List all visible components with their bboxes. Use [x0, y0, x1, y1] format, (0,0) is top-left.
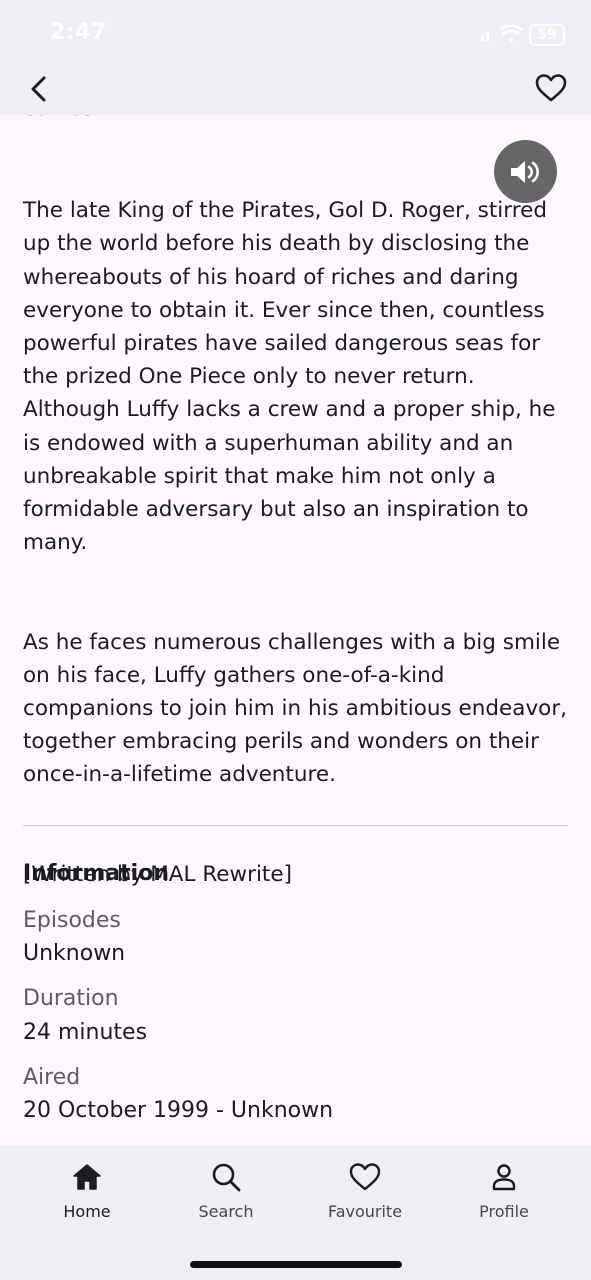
synopsis: The late King of the Pirates, Gol D. Rog…	[23, 161, 568, 924]
wifi-icon	[499, 25, 523, 43]
synopsis-cut-line: comes with it.	[23, 115, 568, 125]
status-time: 2:47	[50, 20, 107, 45]
nav-search-label: Search	[198, 1202, 254, 1221]
aired-label: Aired	[23, 1065, 81, 1090]
speaker-volume-icon	[510, 160, 539, 183]
nav-home-label: Home	[63, 1202, 111, 1221]
information-title: Information	[23, 861, 169, 886]
signal-icon	[481, 32, 489, 41]
status-icons: 59	[481, 24, 565, 46]
duration-label: Duration	[23, 986, 119, 1011]
section-divider	[23, 825, 568, 826]
home-indicator[interactable]	[190, 1261, 402, 1268]
bottom-navigation: Home Search Favourite Profile	[0, 1145, 591, 1280]
search-icon	[212, 1163, 241, 1192]
nav-search[interactable]: Search	[166, 1145, 286, 1235]
synopsis-paragraph-1: The late King of the Pirates, Gol D. Rog…	[23, 198, 556, 556]
details-content[interactable]: comes with it. The late King of the Pira…	[0, 115, 591, 1145]
episodes-label: Episodes	[23, 908, 121, 933]
nav-profile[interactable]: Profile	[444, 1145, 564, 1235]
favourite-button[interactable]	[535, 72, 567, 104]
top-app-bar	[0, 68, 591, 115]
chevron-left-icon	[31, 76, 46, 102]
nav-favourite[interactable]: Favourite	[305, 1145, 425, 1235]
nav-profile-label: Profile	[479, 1202, 529, 1221]
heart-outline-icon	[535, 74, 567, 102]
text-to-speech-button[interactable]	[494, 140, 557, 203]
episodes-value: Unknown	[23, 941, 126, 966]
nav-favourite-label: Favourite	[327, 1202, 403, 1221]
person-icon	[492, 1164, 516, 1191]
battery-icon: 59	[529, 24, 565, 46]
home-icon	[73, 1164, 101, 1190]
aired-value: 20 October 1999 - Unknown	[23, 1098, 334, 1123]
status-bar: 2:47 59	[0, 0, 591, 68]
synopsis-paragraph-2: As he faces numerous challenges with a b…	[23, 629, 567, 788]
nav-home[interactable]: Home	[27, 1145, 147, 1235]
heart-outline-icon	[349, 1163, 381, 1191]
back-button[interactable]	[26, 72, 54, 106]
duration-value: 24 minutes	[23, 1020, 148, 1045]
